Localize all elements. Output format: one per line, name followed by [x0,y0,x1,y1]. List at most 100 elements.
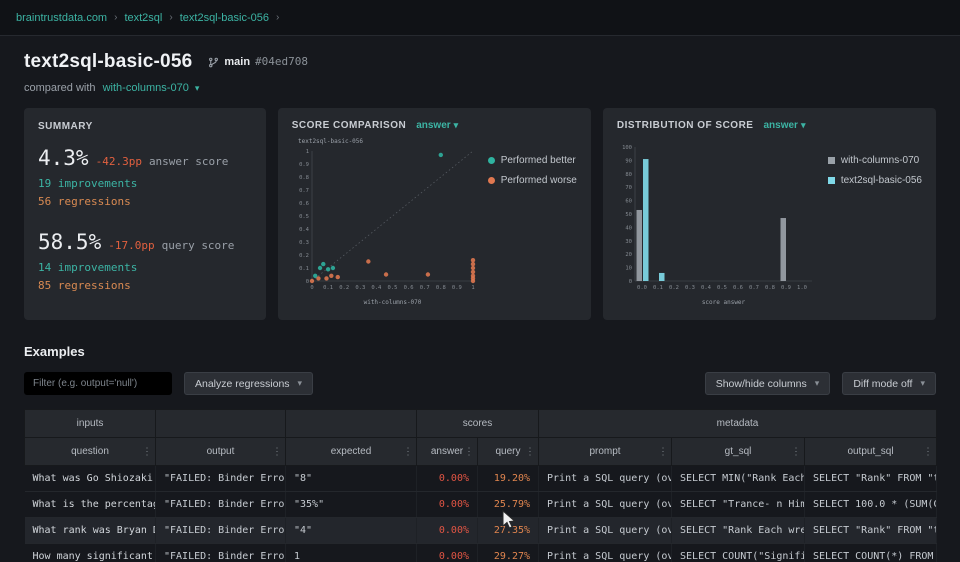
cell-question[interactable]: What rank was Bryan Daniel… [25,518,156,544]
cell-query[interactable]: 29.27% [478,544,539,562]
column-header-answer[interactable]: answer⋮ [417,438,478,466]
column-group-empty [156,410,286,438]
legend-performed-better: Performed better [488,155,577,166]
column-header-output_sql[interactable]: output_sql⋮ [805,438,937,466]
cell-expected[interactable]: "4" [286,518,417,544]
column-header-output[interactable]: output⋮ [156,438,286,466]
column-label: question [71,446,109,457]
cell-output[interactable]: "FAILED: Binder Error: Ref… [156,518,286,544]
svg-text:0.9: 0.9 [299,162,309,168]
cell-gt_sql[interactable]: SELECT COUNT("Significant … [672,544,805,562]
score-comparison-metric-selector[interactable]: answer▾ [416,120,458,131]
summary-panel: SUMMARY 4.3%-42.3ppanswer score 19 impro… [24,108,266,320]
filter-input[interactable] [24,372,172,395]
svg-text:0.7: 0.7 [419,285,429,291]
cell-gt_sql[interactable]: SELECT "Trance- n Himalaya… [672,492,805,518]
column-menu-icon[interactable]: ⋮ [658,446,668,457]
svg-text:0.6: 0.6 [299,201,309,207]
examples-table: inputsscoresmetadata question⋮output⋮exp… [24,409,937,562]
table-row[interactable]: What is the percentage of …"FAILED: Bind… [25,492,937,518]
baseline-square-icon [828,157,835,164]
chevron-down-icon: ▾ [195,83,200,93]
breadcrumb-project-link[interactable]: text2sql [124,12,162,24]
cell-question[interactable]: What was Go Shiozaki's ran… [25,466,156,492]
cell-gt_sql[interactable]: SELECT MIN("Rank Each wres… [672,466,805,492]
examples-table-body: What was Go Shiozaki's ran…"FAILED: Bind… [25,466,937,562]
cell-expected[interactable]: "8" [286,466,417,492]
column-header-expected[interactable]: expected⋮ [286,438,417,466]
cell-query[interactable]: 25.79% [478,492,539,518]
column-group-scores: scores [417,410,539,438]
table-row[interactable]: What rank was Bryan Daniel…"FAILED: Bind… [25,518,937,544]
cell-query[interactable]: 19.20% [478,466,539,492]
diff-mode-button[interactable]: Diff mode off▾ [842,372,936,395]
cell-question[interactable]: How many significant relat… [25,544,156,562]
table-row[interactable]: How many significant relat…"FAILED: Bind… [25,544,937,562]
distribution-metric-selector[interactable]: answer▾ [763,120,805,131]
cell-answer[interactable]: 0.00% [417,518,478,544]
chevron-down-icon: ▾ [815,378,820,389]
svg-text:1: 1 [305,149,308,155]
column-menu-icon[interactable]: ⋮ [791,446,801,457]
score-comparison-legend: Performed better Performed worse [488,155,577,307]
column-menu-icon[interactable]: ⋮ [525,446,535,457]
breadcrumb-experiment-link[interactable]: text2sql-basic-056 [180,12,269,24]
cell-prompt[interactable]: Print a SQL query (over a … [539,544,672,562]
chevron-down-icon: ▾ [801,120,806,130]
table-row[interactable]: What was Go Shiozaki's ran…"FAILED: Bind… [25,466,937,492]
cell-output[interactable]: "FAILED: Binder Error: Val… [156,492,286,518]
summary-title: SUMMARY [38,121,93,132]
cell-query[interactable]: 27.35% [478,518,539,544]
column-group-empty [286,410,417,438]
table-header-row: question⋮output⋮expected⋮answer⋮query⋮pr… [25,438,937,466]
column-menu-icon[interactable]: ⋮ [272,446,282,457]
svg-text:0: 0 [305,279,308,285]
svg-text:0.7: 0.7 [749,285,759,291]
cell-output[interactable]: "FAILED: Binder Error: Ref… [156,544,286,562]
breadcrumb-org-link[interactable]: braintrustdata.com [16,12,107,24]
legend-performed-worse: Performed worse [488,175,577,186]
svg-text:0.4: 0.4 [701,285,712,291]
breadcrumb-chevron-icon: › [114,12,117,23]
column-header-question[interactable]: question ⋮ [25,438,156,466]
column-group-metadata: metadata [539,410,937,438]
column-menu-icon[interactable]: ⋮ [923,446,933,457]
column-menu-icon[interactable]: ⋮ [403,446,413,457]
svg-text:0.2: 0.2 [299,253,309,259]
cell-gt_sql[interactable]: SELECT "Rank Each wrestler… [672,518,805,544]
column-header-query[interactable]: query⋮ [478,438,539,466]
cell-prompt[interactable]: Print a SQL query (over a … [539,466,672,492]
cell-expected[interactable]: "35%" [286,492,417,518]
column-menu-icon[interactable]: ⋮ [142,446,152,457]
distribution-panel: DISTRIBUTION OF SCORE answer▾ 0102030405… [603,108,936,320]
compared-with-selector[interactable]: with-columns-070 ▾ [103,82,200,94]
cell-answer[interactable]: 0.00% [417,466,478,492]
svg-text:0.7: 0.7 [299,188,309,194]
cell-answer[interactable]: 0.00% [417,492,478,518]
cell-prompt[interactable]: Print a SQL query (over a … [539,518,672,544]
cell-output[interactable]: "FAILED: Binder Error: Ref… [156,466,286,492]
svg-text:0.6: 0.6 [403,285,413,291]
cell-output_sql[interactable]: SELECT "Rank" FROM "table"… [805,466,937,492]
svg-text:0.8: 0.8 [765,285,775,291]
column-menu-icon[interactable]: ⋮ [464,446,474,457]
cell-question[interactable]: What is the percentage of … [25,492,156,518]
current-square-icon [828,177,835,184]
svg-text:0.8: 0.8 [436,285,446,291]
cell-output_sql[interactable]: SELECT COUNT(*) FROM "tabl… [805,544,937,562]
column-header-prompt[interactable]: prompt⋮ [539,438,672,466]
column-label: gt_sql [725,446,752,457]
svg-text:0.5: 0.5 [387,285,397,291]
cell-expected[interactable]: 1 [286,544,417,562]
show-hide-columns-button[interactable]: Show/hide columns▾ [705,372,831,395]
overview-panels: SUMMARY 4.3%-42.3ppanswer score 19 impro… [24,108,936,320]
cell-answer[interactable]: 0.00% [417,544,478,562]
column-header-gt_sql[interactable]: gt_sql ⋮ [672,438,805,466]
svg-text:100: 100 [622,145,632,151]
cell-output_sql[interactable]: SELECT "Rank" FROM "table"… [805,518,937,544]
cell-prompt[interactable]: Print a SQL query (over a … [539,492,672,518]
distribution-title: DISTRIBUTION OF SCORE [617,120,754,131]
cell-output_sql[interactable]: SELECT 100.0 * (SUM(CASE W… [805,492,937,518]
analyze-regressions-button[interactable]: Analyze regressions▾ [184,372,313,395]
svg-text:40: 40 [625,225,632,231]
